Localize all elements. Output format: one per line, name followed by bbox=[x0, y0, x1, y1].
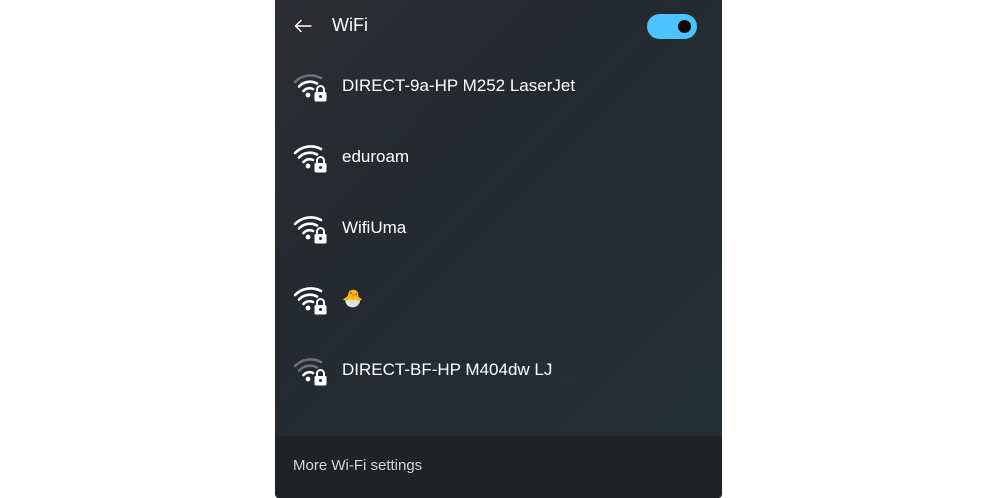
wifi-secured-icon bbox=[293, 210, 329, 246]
wifi-secured-icon bbox=[293, 281, 329, 317]
wifi-secured-icon bbox=[293, 352, 329, 388]
wifi-secured-icon bbox=[293, 139, 329, 175]
wifi-flyout-panel: WiFi DIRECT-9a-HP M252 LaserJet eduroam Wi… bbox=[275, 0, 722, 498]
more-wifi-settings-link[interactable]: More Wi-Fi settings bbox=[293, 457, 422, 474]
footer-bar: More Wi-Fi settings bbox=[275, 436, 722, 498]
back-arrow-icon bbox=[294, 19, 312, 33]
network-list-item[interactable]: eduroam bbox=[275, 123, 722, 194]
back-button[interactable] bbox=[291, 14, 315, 38]
network-list-item[interactable]: DIRECT-9a-HP M252 LaserJet bbox=[275, 52, 722, 123]
wifi-toggle-switch[interactable] bbox=[647, 14, 697, 39]
network-name: DIRECT-BF-HP M404dw LJ bbox=[342, 360, 553, 379]
wifi-secured-icon bbox=[293, 68, 329, 104]
network-list-item[interactable]: DIRECT-BF-HP M404dw LJ bbox=[275, 336, 722, 407]
network-list: DIRECT-9a-HP M252 LaserJet eduroam WifiUma… bbox=[275, 52, 722, 407]
network-name: WifiUma bbox=[342, 218, 407, 237]
network-list-item[interactable]: WifiUma bbox=[275, 194, 722, 265]
toggle-knob bbox=[678, 20, 691, 33]
wifi-header: WiFi bbox=[275, 0, 722, 54]
page-title: WiFi bbox=[332, 15, 368, 35]
network-name: 🐣 bbox=[342, 289, 364, 308]
network-name: eduroam bbox=[342, 147, 410, 166]
network-list-item[interactable]: 🐣 bbox=[275, 265, 722, 336]
network-name: DIRECT-9a-HP M252 LaserJet bbox=[342, 76, 576, 95]
